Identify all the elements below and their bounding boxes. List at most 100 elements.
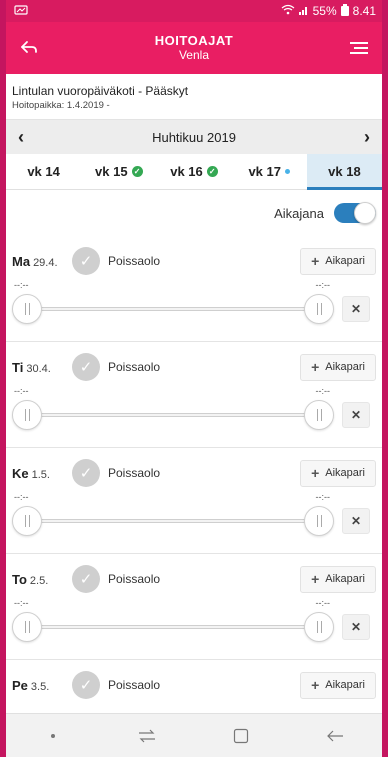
start-time: --:-- <box>14 598 29 608</box>
child-name: Venla <box>178 47 209 62</box>
absence-label: Poissaolo <box>108 678 161 692</box>
end-handle[interactable] <box>304 294 334 324</box>
absence-label: Poissaolo <box>108 572 161 586</box>
absence-label: Poissaolo <box>108 466 161 480</box>
add-time-pair-button[interactable]: + Aikapari <box>300 459 376 487</box>
close-icon: ✕ <box>350 514 362 528</box>
check-circle-icon: ✓ <box>72 459 100 487</box>
end-time: --:-- <box>315 492 331 502</box>
check-circle-icon: ✓ <box>72 353 100 381</box>
remove-time-button[interactable]: ✕ <box>342 296 370 322</box>
daycare-name: Lintulan vuoropäiväkoti - Pääskyt <box>12 84 189 98</box>
plus-icon: + <box>311 253 320 269</box>
system-nav-bar <box>6 713 382 757</box>
time-range-slider[interactable] <box>12 612 334 642</box>
start-handle[interactable] <box>12 400 42 430</box>
menu-icon[interactable] <box>346 35 372 61</box>
absence-toggle[interactable]: ✓ Poissaolo <box>72 247 160 275</box>
end-handle[interactable] <box>304 612 334 642</box>
add-time-pair-button[interactable]: + Aikapari <box>300 671 376 699</box>
absence-toggle[interactable]: ✓ Poissaolo <box>72 671 160 699</box>
slider-track <box>24 413 322 417</box>
back-icon[interactable] <box>16 35 42 61</box>
start-time: --:-- <box>14 492 29 502</box>
prev-month-icon[interactable]: ‹ <box>18 127 24 148</box>
day-name: Ti 30.4. <box>12 359 51 375</box>
slider-track <box>24 307 322 311</box>
check-circle-icon: ✓ <box>72 565 100 593</box>
tab-week-14[interactable]: vk 14 <box>6 154 81 189</box>
next-month-icon[interactable]: › <box>364 127 370 148</box>
add-time-pair-button[interactable]: + Aikapari <box>300 247 376 275</box>
time-labels: --:-- --:-- <box>12 492 332 502</box>
remove-time-button[interactable]: ✕ <box>342 402 370 428</box>
absence-toggle[interactable]: ✓ Poissaolo <box>72 353 160 381</box>
end-handle[interactable] <box>304 400 334 430</box>
start-handle[interactable] <box>12 294 42 324</box>
timeline-label: Aikajana <box>274 205 324 221</box>
tab-week-15[interactable]: vk 15 ✓ <box>81 154 156 189</box>
start-handle[interactable] <box>12 506 42 536</box>
app-bar: HOITOAJAT Venla <box>6 22 382 74</box>
dot-icon[interactable] <box>33 733 73 739</box>
pending-dot-icon <box>284 169 290 174</box>
back-nav-icon[interactable] <box>315 729 355 743</box>
notification-icon <box>14 4 28 19</box>
check-circle-icon: ✓ <box>72 247 100 275</box>
day-date: 30.4. <box>26 362 51 375</box>
end-handle[interactable] <box>304 506 334 536</box>
day-name: Pe 3.5. <box>12 677 50 693</box>
day-date: 1.5. <box>31 468 50 481</box>
add-time-pair-button[interactable]: + Aikapari <box>300 565 376 593</box>
month-label: Huhtikuu 2019 <box>152 129 236 145</box>
day-row-monday: Ma 29.4. ✓ Poissaolo + Aikapari --:-- --:--… <box>6 236 382 342</box>
time-range-slider[interactable] <box>12 294 334 324</box>
check-circle-icon: ✓ <box>72 671 100 699</box>
close-icon: ✕ <box>350 302 362 316</box>
remove-time-button[interactable]: ✕ <box>342 508 370 534</box>
day-row-tuesday: Ti 30.4. ✓ Poissaolo + Aikapari --:-- --:--… <box>6 342 382 448</box>
close-icon: ✕ <box>350 620 362 634</box>
battery-icon <box>340 3 349 19</box>
day-row-wednesday: Ke 1.5. ✓ Poissaolo + Aikapari --:-- --:-- … <box>6 448 382 554</box>
day-date: 3.5. <box>30 680 50 693</box>
day-name: Ke 1.5. <box>12 465 50 481</box>
time-range-slider[interactable] <box>12 506 334 536</box>
end-time: --:-- <box>315 386 331 396</box>
app-bar-titles: HOITOAJAT Venla <box>155 33 233 63</box>
week-label: vk 14 <box>27 164 60 179</box>
absence-toggle[interactable]: ✓ Poissaolo <box>72 459 160 487</box>
wifi-icon <box>281 4 295 18</box>
day-row-thursday: To 2.5. ✓ Poissaolo + Aikapari --:-- --:-- … <box>6 554 382 660</box>
week-label: vk 16 <box>170 164 203 179</box>
remove-time-button[interactable]: ✕ <box>342 614 370 640</box>
day-name: To 2.5. <box>12 571 49 587</box>
slider-track <box>24 519 322 523</box>
recent-apps-icon[interactable] <box>127 729 167 743</box>
day-date: 29.4. <box>33 256 58 269</box>
timeline-toggle[interactable] <box>334 202 376 224</box>
plus-icon: + <box>311 677 320 693</box>
time-range-slider[interactable] <box>12 400 334 430</box>
tab-week-17[interactable]: vk 17 <box>232 154 307 189</box>
plus-icon: + <box>311 465 320 481</box>
plus-icon: + <box>311 359 320 375</box>
app-frame: 55% 8.41 HOITOAJAT Venla Lintulan vuorop… <box>6 0 382 757</box>
close-icon: ✕ <box>350 408 362 422</box>
week-tabs: vk 14 vk 15 ✓ vk 16 ✓ vk 17 vk 18 <box>6 154 382 190</box>
week-label: vk 15 <box>95 164 128 179</box>
tab-week-16[interactable]: vk 16 ✓ <box>156 154 231 189</box>
care-info: Lintulan vuoropäiväkoti - Pääskyt Hoitop… <box>6 74 382 120</box>
absence-label: Poissaolo <box>108 254 161 268</box>
start-time: --:-- <box>14 280 29 290</box>
add-time-pair-button[interactable]: + Aikapari <box>300 353 376 381</box>
home-icon[interactable] <box>221 728 261 744</box>
end-time: --:-- <box>315 280 331 290</box>
absence-toggle[interactable]: ✓ Poissaolo <box>72 565 160 593</box>
start-time: --:-- <box>14 386 29 396</box>
start-handle[interactable] <box>12 612 42 642</box>
battery-label: 55% <box>312 4 337 18</box>
week-label: vk 18 <box>328 164 361 179</box>
plus-icon: + <box>311 571 320 587</box>
tab-week-18[interactable]: vk 18 <box>306 154 382 190</box>
